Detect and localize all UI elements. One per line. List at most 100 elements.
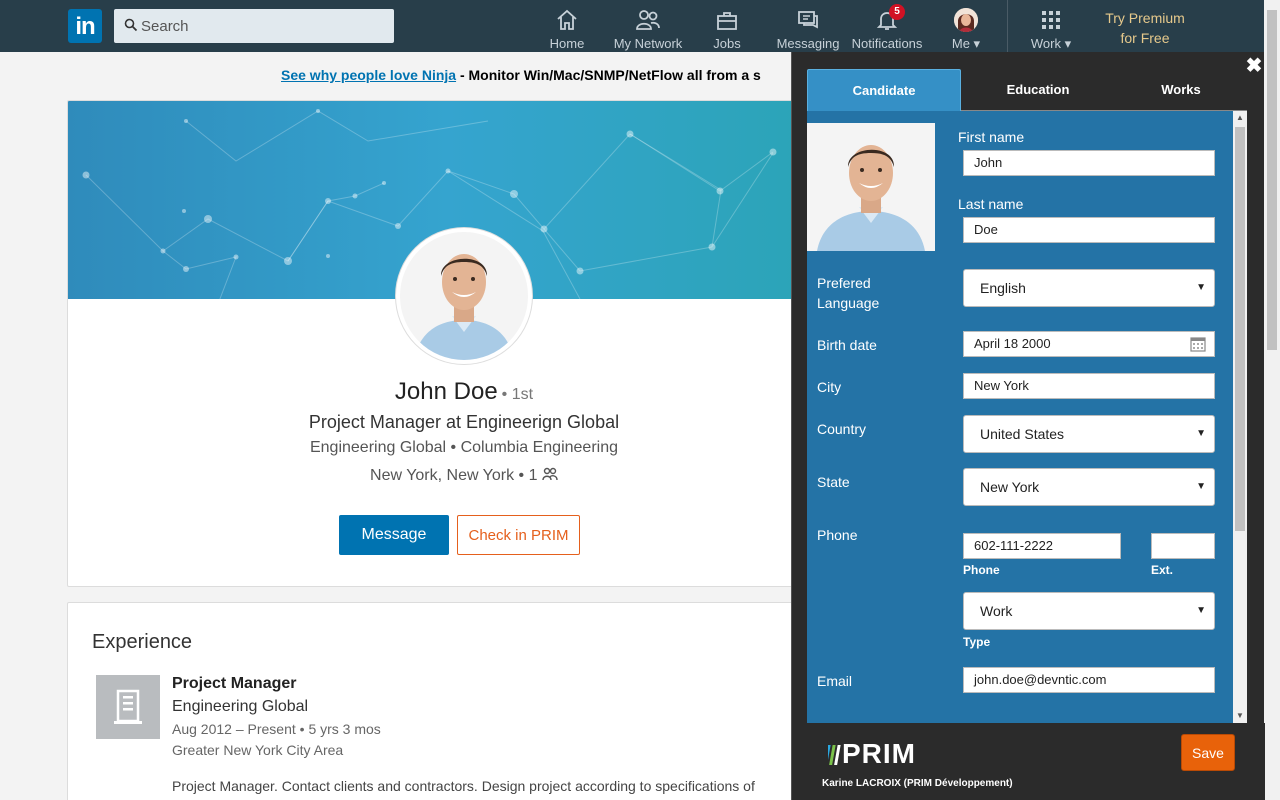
calendar-icon[interactable]: [1190, 336, 1206, 352]
phone-type-select[interactable]: Work ▼: [963, 592, 1215, 630]
first-name-label: First name: [958, 129, 1025, 145]
birth-date-value: April 18 2000: [974, 336, 1051, 351]
profile-photo[interactable]: [396, 228, 532, 364]
profile-headline: Project Manager at Engineerign Global: [308, 412, 620, 432]
connections-icon: [542, 467, 558, 481]
connection-degree: • 1st: [501, 386, 534, 403]
avatar: [954, 8, 978, 32]
chevron-down-icon: ▼: [1196, 481, 1206, 492]
messaging-icon: [798, 11, 818, 29]
form-scrollbar-thumb[interactable]: [1235, 127, 1245, 531]
nav-notifications[interactable]: 5 Notifications: [851, 0, 923, 52]
page-scrollbar-thumb[interactable]: [1267, 10, 1277, 350]
ext-sublabel: Ext.: [1151, 563, 1174, 577]
country-select[interactable]: United States ▼: [963, 415, 1215, 453]
nav-messaging[interactable]: Messaging: [776, 0, 840, 52]
scroll-up-icon[interactable]: ▲: [1233, 111, 1247, 125]
search-icon: [124, 18, 138, 32]
first-name-field[interactable]: John: [963, 150, 1215, 176]
chevron-down-icon: ▼: [1196, 282, 1206, 293]
phone-type-value: Work: [980, 603, 1013, 619]
ad-link[interactable]: See why people love Ninja: [281, 67, 456, 83]
email-field[interactable]: john.doe@devntic.com: [963, 667, 1215, 693]
nav-home-label: Home: [549, 36, 585, 51]
last-name-label: Last name: [958, 196, 1024, 212]
premium-line-2: for Free: [1120, 30, 1170, 46]
ext-field[interactable]: [1151, 533, 1215, 559]
nav-work-label: Work ▾: [1030, 36, 1072, 51]
close-icon[interactable]: ✖: [1244, 56, 1264, 76]
nav-my-network[interactable]: My Network: [612, 0, 684, 52]
phone-sublabel: Phone: [963, 563, 1000, 577]
search-input[interactable]: [141, 9, 381, 43]
briefcase-icon: [717, 12, 737, 30]
state-label: State: [817, 474, 850, 490]
tab-education[interactable]: Education: [961, 69, 1115, 111]
page-scrollbar[interactable]: [1264, 0, 1280, 800]
birth-date-field[interactable]: April 18 2000: [963, 331, 1215, 357]
experience-description: Project Manager. Contact clients and con…: [172, 778, 755, 794]
nav-my-network-label: My Network: [613, 36, 683, 51]
experience-card: Experience Project Manager Engineering G…: [67, 602, 827, 800]
network-icon: [636, 10, 660, 30]
try-premium-link[interactable]: Try Premium for Free: [1095, 8, 1195, 48]
city-label: City: [817, 379, 842, 395]
message-button[interactable]: Message: [339, 515, 449, 555]
profile-location: New York, New York • 1: [370, 467, 538, 484]
grid-icon: [1042, 11, 1060, 29]
profile-name-row: John Doe • 1st: [68, 378, 826, 406]
state-value: New York: [980, 479, 1040, 495]
nav-jobs-label: Jobs: [713, 36, 741, 51]
nav-me[interactable]: Me ▾: [948, 0, 984, 52]
nav-jobs[interactable]: Jobs: [708, 0, 746, 52]
linkedin-logo[interactable]: in: [68, 9, 102, 43]
phone-field[interactable]: 602-111-2222: [963, 533, 1121, 559]
nav-divider: [1007, 0, 1008, 52]
experience-title: Experience: [92, 631, 193, 653]
experience-area: Greater New York City Area: [172, 742, 344, 758]
language-value: English: [980, 280, 1026, 296]
prim-logo-mark: [824, 745, 841, 765]
prim-logo: PRIM: [824, 738, 916, 770]
profile-location-row: New York, New York • 1: [68, 467, 826, 485]
language-select[interactable]: English ▼: [963, 269, 1215, 307]
chevron-down-icon: ▼: [1196, 605, 1206, 616]
candidate-form: First name John Last name Doe Prefered L…: [807, 111, 1247, 723]
check-in-prim-button[interactable]: Check in PRIM: [457, 515, 580, 555]
experience-role[interactable]: Project Manager: [172, 675, 296, 693]
scroll-down-icon[interactable]: ▼: [1233, 709, 1247, 723]
notification-badge: 5: [889, 4, 905, 20]
experience-company: Engineering Global: [172, 698, 309, 715]
ad-text: - Monitor Win/Mac/SNMP/NetFlow all from …: [456, 67, 761, 83]
prim-panel: ✖ Candidate Education Works First name J…: [791, 52, 1265, 800]
premium-line-1: Try Premium: [1105, 10, 1185, 26]
form-scrollbar[interactable]: ▲ ▼: [1233, 111, 1247, 723]
building-icon: [114, 689, 142, 724]
prim-footer: PRIM Karine LACROIX (PRIM Développement)…: [792, 723, 1265, 800]
city-field[interactable]: New York: [963, 373, 1215, 399]
ad-banner: See why people love Ninja - Monitor Win/…: [281, 67, 761, 83]
state-select[interactable]: New York ▼: [963, 468, 1215, 506]
profile-name: John Doe: [394, 378, 498, 405]
nav-work[interactable]: Work ▾: [1029, 0, 1073, 52]
language-label-line-2: Language: [817, 295, 880, 311]
language-label-line-1: Prefered: [817, 275, 871, 291]
experience-dates: Aug 2012 – Present • 5 yrs 3 mos: [172, 721, 381, 737]
email-label: Email: [817, 673, 853, 689]
last-name-field[interactable]: Doe: [963, 217, 1215, 243]
prim-tabs: Candidate Education Works: [807, 69, 1247, 111]
profile-companies: Engineering Global • Columbia Engineerin…: [309, 439, 618, 456]
nav-notifications-label: Notifications: [851, 36, 923, 51]
country-value: United States: [980, 426, 1065, 442]
candidate-photo[interactable]: [807, 123, 935, 251]
birth-date-label: Birth date: [817, 337, 877, 353]
save-button[interactable]: Save: [1181, 734, 1235, 771]
nav-home[interactable]: Home: [545, 0, 589, 52]
tab-candidate[interactable]: Candidate: [807, 69, 961, 111]
phone-label: Phone: [817, 527, 858, 543]
search-box[interactable]: [114, 9, 394, 43]
nav-messaging-label: Messaging: [776, 36, 840, 51]
top-nav: in Home My Network Jobs Messaging 5 Noti…: [0, 0, 1264, 52]
tab-works[interactable]: Works: [1115, 69, 1247, 111]
company-logo[interactable]: [96, 675, 160, 739]
